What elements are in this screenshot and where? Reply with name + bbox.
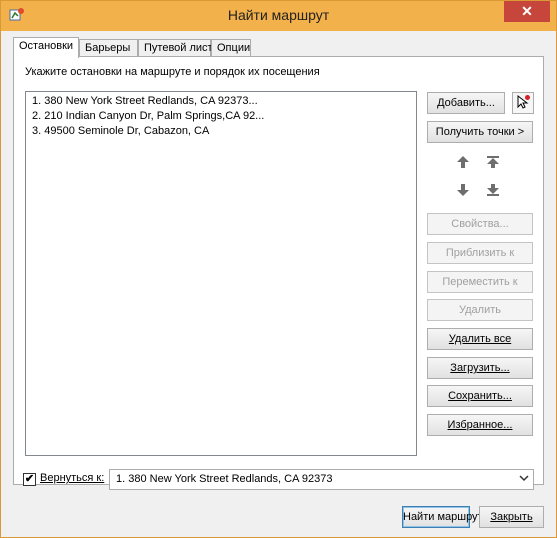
pick-on-map-button[interactable]: [512, 92, 534, 114]
move-to-button[interactable]: Переместить к: [427, 271, 533, 293]
window-title: Найти маршрут: [227, 7, 330, 23]
move-to-label: Переместить к: [442, 276, 518, 288]
close-label: Закрыть: [490, 511, 533, 523]
find-route-label: Найти маршрут: [403, 511, 483, 523]
favorites-button[interactable]: Избранное...: [427, 414, 533, 436]
save-button[interactable]: Сохранить...: [427, 385, 533, 407]
return-to-select[interactable]: 1. 380 New York Street Redlands, CA 9237…: [109, 469, 534, 490]
return-to-checkbox[interactable]: ✔: [23, 473, 36, 486]
find-route-button[interactable]: Найти маршрут: [402, 506, 483, 528]
move-up-button[interactable]: [452, 152, 474, 174]
arrow-up-icon: [456, 155, 470, 172]
arrow-to-top-icon: [486, 155, 500, 172]
delete-label: Удалить: [459, 304, 501, 316]
stop-item[interactable]: 3. 49500 Seminole Dr, Cabazon, CA: [32, 125, 209, 140]
move-down-button[interactable]: [452, 180, 474, 202]
stops-list[interactable]: 1. 380 New York Street Redlands, CA 9237…: [25, 91, 417, 456]
load-label: Загрузить...: [450, 362, 510, 374]
delete-all-label: Удалить все: [448, 333, 512, 345]
delete-all-button[interactable]: Удалить все: [427, 328, 533, 350]
properties-button[interactable]: Свойства...: [427, 213, 533, 235]
move-to-bottom-button[interactable]: [482, 180, 504, 202]
tab-stops[interactable]: Остановки: [13, 37, 79, 58]
stops-panel: Укажите остановки на маршруте и порядок …: [13, 56, 544, 485]
stop-item[interactable]: 1. 380 New York Street Redlands, CA 9237…: [32, 95, 258, 110]
instruction-text: Укажите остановки на маршруте и порядок …: [25, 66, 320, 78]
add-label: Добавить...: [437, 97, 495, 109]
load-button[interactable]: Загрузить...: [427, 357, 533, 379]
stop-item[interactable]: 2. 210 Indian Canyon Dr, Palm Springs,CA…: [32, 110, 264, 125]
return-to-label: Вернуться к:: [40, 472, 105, 484]
find-route-dialog: Найти маршрут ✕ Остановки Барьеры Путево…: [0, 0, 557, 538]
tab-barriers[interactable]: Барьеры: [79, 39, 138, 57]
chevron-down-icon: [519, 473, 529, 486]
get-points-label: Получить точки: [435, 126, 515, 138]
save-label: Сохранить...: [448, 390, 512, 402]
properties-label: Свойства...: [451, 218, 509, 230]
dialog-content: Остановки Барьеры Путевой лист Опции Ука…: [9, 31, 548, 531]
get-points-button[interactable]: Получить точки >: [427, 121, 533, 143]
zoom-to-button[interactable]: Приблизить к: [427, 242, 533, 264]
add-button[interactable]: Добавить...: [427, 92, 505, 114]
return-to-value: 1. 380 New York Street Redlands, CA 9237…: [116, 473, 333, 485]
move-to-top-button[interactable]: [482, 152, 504, 174]
close-button[interactable]: Закрыть: [479, 506, 544, 528]
tab-directions[interactable]: Путевой лист: [138, 39, 213, 57]
arrow-down-icon: [456, 183, 470, 200]
tab-options[interactable]: Опции: [211, 39, 251, 57]
arrow-to-bottom-icon: [486, 183, 500, 200]
title-bar[interactable]: Найти маршрут ✕: [1, 1, 556, 31]
cursor-pointer-red-dot-icon: [515, 94, 531, 113]
zoom-to-label: Приблизить к: [445, 247, 515, 259]
delete-button[interactable]: Удалить: [427, 299, 533, 321]
get-points-arrow: >: [517, 126, 525, 138]
close-window-button[interactable]: ✕: [504, 1, 550, 22]
favorites-label: Избранное...: [447, 419, 513, 431]
